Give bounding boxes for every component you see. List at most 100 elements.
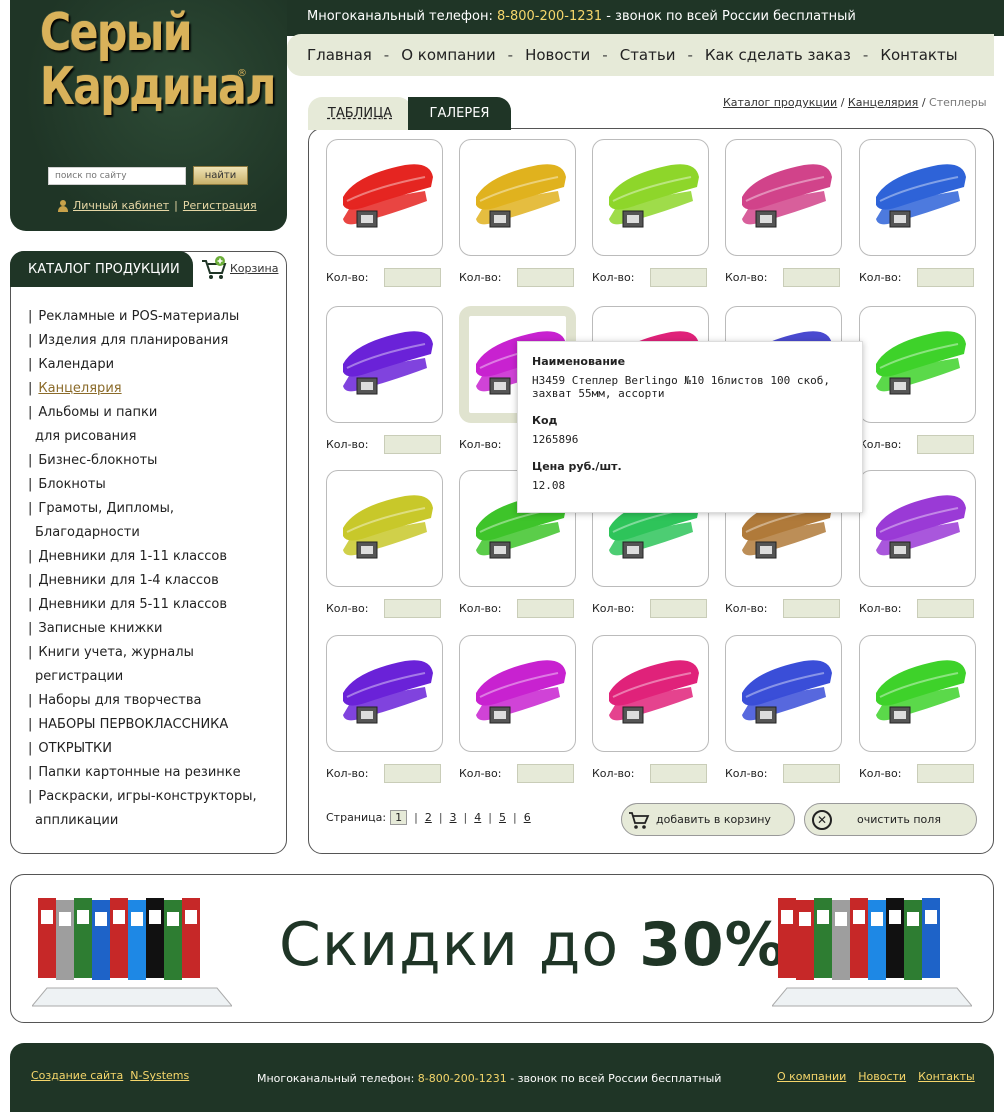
qty-input[interactable] bbox=[917, 268, 974, 287]
catalog-item-continued[interactable]: для рисования bbox=[28, 425, 278, 449]
account-link[interactable]: Личный кабинет bbox=[73, 199, 169, 212]
product-thumbnail[interactable] bbox=[859, 635, 976, 752]
catalog-item[interactable]: | Книги учета, журналы bbox=[28, 641, 278, 665]
catalog-item[interactable]: | НАБОРЫ ПЕРВОКЛАССНИКА bbox=[28, 713, 278, 737]
breadcrumb-stationery[interactable]: Канцелярия bbox=[848, 96, 918, 109]
nav-separator: - bbox=[507, 46, 514, 64]
add-to-cart-button[interactable]: добавить в корзину bbox=[621, 803, 795, 836]
qty-input[interactable] bbox=[384, 599, 441, 618]
nav-item-news[interactable]: Новости bbox=[525, 46, 590, 64]
catalog-item-label-cont: аппликации bbox=[35, 813, 119, 828]
catalog-item[interactable]: | ОТКРЫТКИ bbox=[28, 737, 278, 761]
product-thumbnail[interactable] bbox=[859, 470, 976, 587]
qty-input[interactable] bbox=[783, 764, 840, 783]
catalog-item-continued[interactable]: Благодарности bbox=[28, 521, 278, 545]
qty-input[interactable] bbox=[650, 764, 707, 783]
qty-input[interactable] bbox=[650, 268, 707, 287]
catalog-item[interactable]: | Раскраски, игры-конструкторы, bbox=[28, 785, 278, 809]
stapler-image bbox=[868, 653, 968, 735]
tooltip-name-value: Н3459 Степлер Berlingo №10 16листов 100 … bbox=[532, 374, 831, 400]
product-thumbnail[interactable] bbox=[592, 139, 709, 256]
footer-link-news[interactable]: Новости bbox=[858, 1070, 906, 1083]
product-thumbnail[interactable] bbox=[725, 635, 842, 752]
breadcrumb-catalog[interactable]: Каталог продукции bbox=[723, 96, 837, 109]
product-thumbnail[interactable] bbox=[592, 635, 709, 752]
nav-item-home[interactable]: Главная bbox=[307, 46, 372, 64]
product-thumbnail[interactable] bbox=[326, 306, 443, 423]
qty-input[interactable] bbox=[384, 764, 441, 783]
nav-item-about[interactable]: О компании bbox=[401, 46, 495, 64]
catalog-item-label: Альбомы и папки bbox=[38, 405, 158, 420]
catalog-item[interactable]: | Наборы для творчества bbox=[28, 689, 278, 713]
page-link[interactable]: 3 bbox=[450, 811, 457, 824]
qty-label: Кол-во: bbox=[592, 602, 635, 615]
tab-table[interactable]: ТАБЛИЦА bbox=[308, 97, 412, 130]
catalog-item[interactable]: | Бизнес-блокноты bbox=[28, 449, 278, 473]
qty-input[interactable] bbox=[783, 599, 840, 618]
tab-gallery[interactable]: ГАЛЕРЕЯ bbox=[408, 97, 511, 130]
qty-input[interactable] bbox=[650, 599, 707, 618]
logo[interactable]: Серый Кардинал bbox=[40, 6, 276, 114]
cart-label[interactable]: Корзина bbox=[230, 262, 278, 275]
page-link[interactable]: 5 bbox=[499, 811, 506, 824]
qty-input[interactable] bbox=[783, 268, 840, 287]
catalog-item[interactable]: | Изделия для планирования bbox=[28, 329, 278, 353]
product-thumbnail[interactable] bbox=[725, 139, 842, 256]
qty-input[interactable] bbox=[917, 599, 974, 618]
clear-fields-button[interactable]: ✕ очистить поля bbox=[804, 803, 977, 836]
item-bullet: | bbox=[28, 549, 33, 564]
catalog-item-continued[interactable]: аппликации bbox=[28, 809, 278, 833]
product-thumbnail[interactable] bbox=[326, 139, 443, 256]
cart-icon bbox=[622, 810, 656, 830]
catalog-item[interactable]: | Канцелярия bbox=[28, 377, 278, 401]
catalog-item[interactable]: | Дневники для 5-11 классов bbox=[28, 593, 278, 617]
footer-company-link[interactable]: N-Systems bbox=[130, 1069, 189, 1082]
search-input[interactable] bbox=[48, 167, 186, 185]
qty-input[interactable] bbox=[917, 764, 974, 783]
qty-input[interactable] bbox=[917, 435, 974, 454]
product-thumbnail[interactable] bbox=[326, 470, 443, 587]
qty-input[interactable] bbox=[517, 599, 574, 618]
nav-item-how-to-order[interactable]: Как сделать заказ bbox=[705, 46, 851, 64]
catalog-item[interactable]: | Альбомы и папки bbox=[28, 401, 278, 425]
qty-input[interactable] bbox=[384, 435, 441, 454]
catalog-item[interactable]: | Записные книжки bbox=[28, 617, 278, 641]
item-bullet: | bbox=[28, 741, 33, 756]
search-button[interactable]: найти bbox=[193, 166, 248, 185]
footer-link-contacts[interactable]: Контакты bbox=[918, 1070, 975, 1083]
stapler-image bbox=[868, 324, 968, 406]
qty-input[interactable] bbox=[384, 268, 441, 287]
catalog-item[interactable]: | Календари bbox=[28, 353, 278, 377]
catalog-item[interactable]: | Папки картонные на резинке bbox=[28, 761, 278, 785]
page-link[interactable]: 2 bbox=[425, 811, 432, 824]
product-thumbnail[interactable] bbox=[859, 306, 976, 423]
catalog-item-label: ОТКРЫТКИ bbox=[38, 741, 112, 756]
page-link[interactable]: 4 bbox=[474, 811, 481, 824]
footer-create-link[interactable]: Создание сайта bbox=[31, 1069, 123, 1082]
product-thumbnail[interactable] bbox=[859, 139, 976, 256]
promo-text: Скидки до 30% bbox=[279, 910, 786, 980]
catalog-item[interactable]: | Дневники для 1-4 классов bbox=[28, 569, 278, 593]
product-thumbnail[interactable] bbox=[326, 635, 443, 752]
qty-input[interactable] bbox=[517, 268, 574, 287]
cart-link[interactable]: Корзина bbox=[200, 254, 278, 282]
qty-input[interactable] bbox=[517, 764, 574, 783]
pager-label: Страница: bbox=[326, 811, 387, 824]
catalog-item[interactable]: | Дневники для 1-11 классов bbox=[28, 545, 278, 569]
product-thumbnail[interactable] bbox=[459, 139, 576, 256]
footer-link-about[interactable]: О компании bbox=[777, 1070, 846, 1083]
nav-item-contacts[interactable]: Контакты bbox=[880, 46, 957, 64]
catalog-item[interactable]: | Рекламные и POS-материалы bbox=[28, 305, 278, 329]
cart-icon bbox=[202, 256, 227, 279]
nav-item-articles[interactable]: Статьи bbox=[620, 46, 676, 64]
page-current[interactable]: 1 bbox=[390, 810, 408, 825]
register-link[interactable]: Регистрация bbox=[183, 199, 257, 212]
catalog-item[interactable]: | Грамоты, Дипломы, bbox=[28, 497, 278, 521]
product-thumbnail[interactable] bbox=[459, 635, 576, 752]
page-link[interactable]: 6 bbox=[524, 811, 531, 824]
stapler-image bbox=[734, 653, 834, 735]
catalog-item[interactable]: | Блокноты bbox=[28, 473, 278, 497]
catalog-item-continued[interactable]: регистрации bbox=[28, 665, 278, 689]
catalog-tab[interactable]: КАТАЛОГ ПРОДУКЦИИ bbox=[10, 251, 193, 287]
pager-separator: | bbox=[512, 811, 517, 824]
